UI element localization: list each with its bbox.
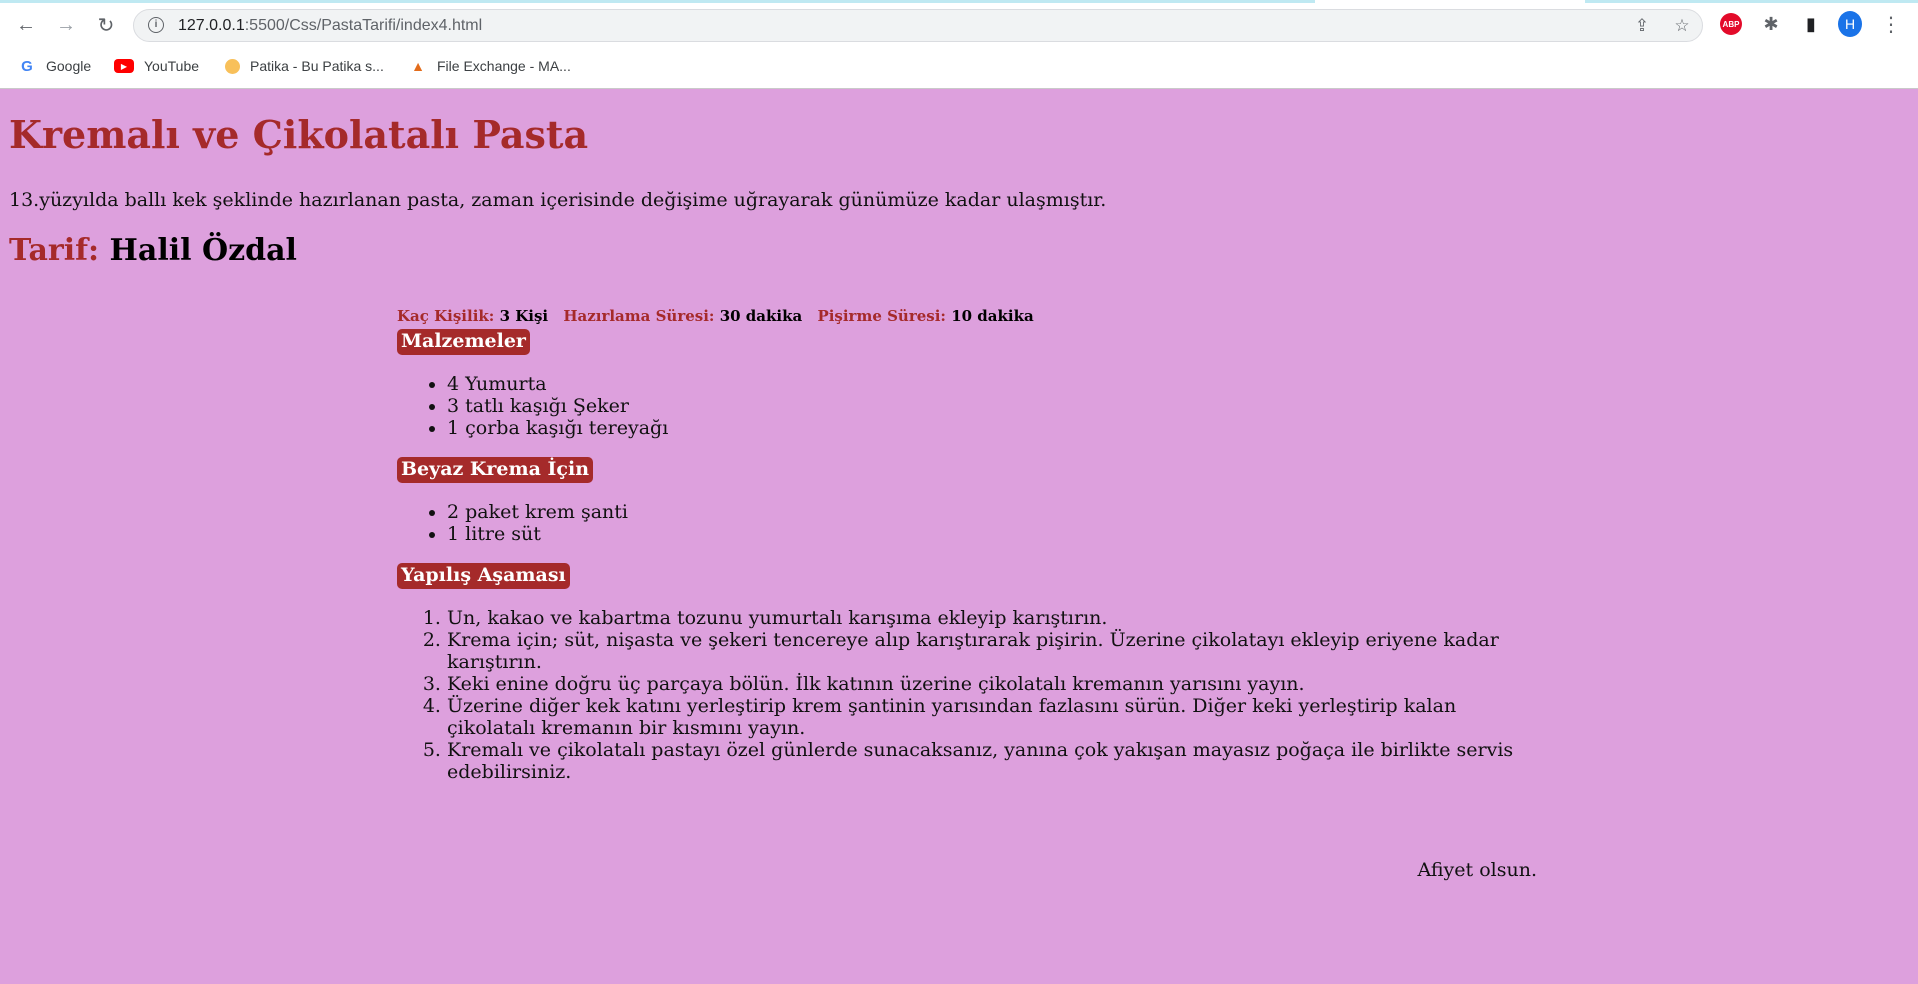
servings-label: Kaç Kişilik: bbox=[397, 307, 495, 325]
author-heading: Tarif: Halil Özdal bbox=[9, 233, 297, 268]
youtube-icon: ▶ bbox=[114, 59, 134, 73]
forward-arrow-icon: → bbox=[56, 13, 76, 36]
cook-time-value: 10 dakika bbox=[951, 307, 1034, 325]
profile-button[interactable]: H bbox=[1838, 11, 1862, 37]
bookmark-google[interactable]: G Google bbox=[18, 55, 91, 77]
bookmark-label: YouTube bbox=[144, 58, 200, 74]
step-item: Üzerine diğer kek katını yerleştirip kre… bbox=[447, 695, 1557, 739]
step-item: Un, kakao ve kabartma tozunu yumurtalı k… bbox=[447, 607, 1557, 629]
cook-time-label: Pişirme Süresi: bbox=[817, 307, 946, 325]
bookmarks-bar: G Google ▶ YouTube Patika - Bu Patika s.… bbox=[0, 50, 1918, 80]
author-label: Tarif: bbox=[9, 233, 100, 268]
list-item: 1 litre süt bbox=[447, 523, 628, 545]
url-path: :5500/Css/PastaTarifi/index4.html bbox=[244, 17, 483, 34]
site-info-icon[interactable]: i bbox=[148, 17, 164, 33]
browser-menu-button[interactable]: ⋮ bbox=[1879, 12, 1903, 36]
kebab-menu-icon: ⋮ bbox=[1881, 13, 1901, 36]
url-host: 127.0.0.1 bbox=[178, 17, 245, 34]
list-item: 3 tatlı kaşığı Şeker bbox=[447, 395, 668, 417]
ingredients-list: 4 Yumurta 3 tatlı kaşığı Şeker 1 çorba k… bbox=[397, 373, 668, 439]
side-panel-icon: ▮ bbox=[1806, 13, 1816, 34]
bookmark-youtube[interactable]: ▶ YouTube bbox=[114, 55, 199, 77]
steps-list: Un, kakao ve kabartma tozunu yumurtalı k… bbox=[397, 607, 1557, 783]
step-item: Kremalı ve çikolatalı pastayı özel günle… bbox=[447, 739, 1557, 783]
adblock-extension-button[interactable]: ABP bbox=[1719, 12, 1743, 36]
patika-icon bbox=[225, 58, 240, 74]
ingredients-heading: Malzemeler bbox=[397, 329, 530, 355]
step-item: Keki enine doğru üç parçaya bölün. İlk k… bbox=[447, 673, 1557, 695]
servings-value: 3 Kişi bbox=[499, 307, 549, 325]
puzzle-icon: ✱ bbox=[1763, 13, 1779, 34]
bookmark-star-icon[interactable]: ☆ bbox=[1671, 15, 1693, 37]
intro-paragraph: 13.yüzyılda ballı kek şeklinde hazırlana… bbox=[9, 189, 1107, 211]
side-panel-button[interactable]: ▮ bbox=[1799, 12, 1823, 36]
prep-time-value: 30 dakika bbox=[719, 307, 803, 325]
steps-heading: Yapılış Aşaması bbox=[397, 563, 570, 589]
closing-text: Afiyet olsun. bbox=[1417, 859, 1538, 881]
reload-button[interactable]: ↻ bbox=[91, 10, 121, 40]
back-arrow-icon: ← bbox=[16, 13, 36, 36]
page-content: Kremalı ve Çikolatalı Pasta 13.yüzyılda … bbox=[0, 89, 1918, 984]
recipe-meta: Kaç Kişilik: 3 Kişi Hazırlama Süresi: 30… bbox=[397, 307, 1537, 325]
page-title: Kremalı ve Çikolatalı Pasta bbox=[9, 112, 589, 157]
prep-time-label: Hazırlama Süresi: bbox=[563, 307, 715, 325]
recipe-body: Kaç Kişilik: 3 Kişi Hazırlama Süresi: 30… bbox=[397, 307, 1537, 881]
forward-button[interactable]: → bbox=[51, 10, 81, 40]
avatar: H bbox=[1838, 11, 1862, 37]
share-icon[interactable]: ⇪ bbox=[1631, 15, 1653, 37]
tab-strip bbox=[0, 0, 1918, 3]
google-icon: G bbox=[21, 57, 33, 75]
list-item: 4 Yumurta bbox=[447, 373, 668, 395]
adblock-icon: ABP bbox=[1720, 13, 1742, 35]
url-text[interactable]: 127.0.0.1:5500/Css/PastaTarifi/index4.ht… bbox=[178, 17, 482, 35]
bookmark-file-exchange[interactable]: ▲ File Exchange - MA... bbox=[409, 55, 571, 77]
list-item: 2 paket krem şanti bbox=[447, 501, 628, 523]
step-item: Krema için; süt, nişasta ve şekeri tence… bbox=[447, 629, 1557, 673]
bookmark-label: Google bbox=[46, 58, 92, 74]
bookmark-label: Patika - Bu Patika s... bbox=[250, 58, 384, 74]
bookmark-label: File Exchange - MA... bbox=[437, 58, 571, 74]
reload-icon: ↻ bbox=[97, 14, 115, 37]
browser-chrome: ← → ↻ i 127.0.0.1:5500/Css/PastaTarifi/i… bbox=[0, 0, 1918, 89]
bookmark-patika[interactable]: Patika - Bu Patika s... bbox=[225, 55, 384, 77]
author-name: Halil Özdal bbox=[109, 233, 297, 268]
list-item: 1 çorba kaşığı tereyağı bbox=[447, 417, 668, 439]
cream-list: 2 paket krem şanti 1 litre süt bbox=[397, 501, 628, 545]
back-button[interactable]: ← bbox=[11, 10, 41, 40]
address-bar[interactable]: i 127.0.0.1:5500/Css/PastaTarifi/index4.… bbox=[133, 9, 1703, 42]
cream-heading: Beyaz Krema İçin bbox=[397, 457, 594, 483]
matlab-icon: ▲ bbox=[411, 58, 425, 74]
extensions-button[interactable]: ✱ bbox=[1759, 12, 1783, 36]
